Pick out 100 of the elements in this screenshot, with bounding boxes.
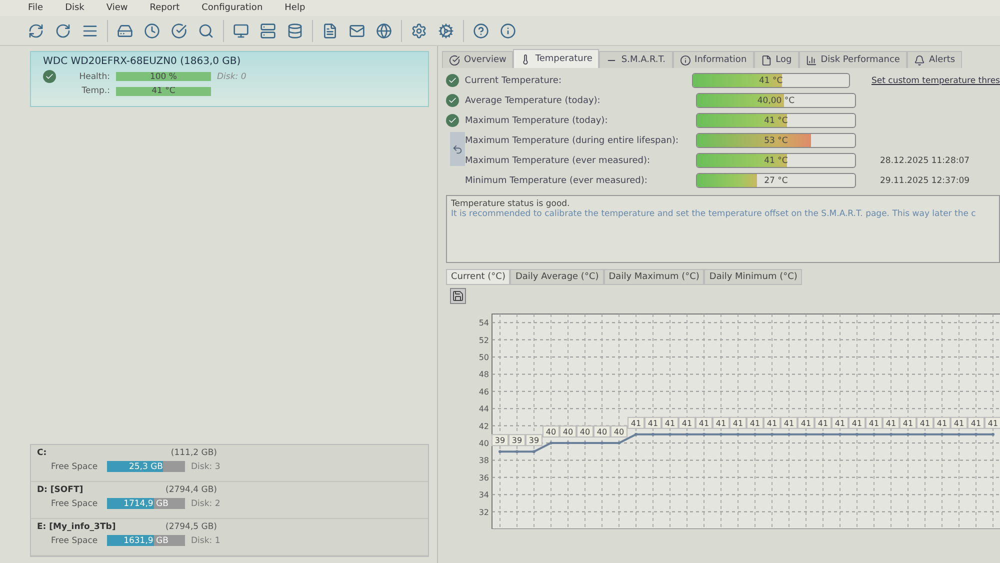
axis-label: 52 xyxy=(478,336,489,345)
volume-name: E: [My_info_3Tb] xyxy=(37,522,117,532)
bar-chart-icon xyxy=(806,54,817,66)
data-label: 41 xyxy=(784,418,794,428)
menu-item[interactable]: File xyxy=(28,3,44,13)
axis-label: 48 xyxy=(478,370,489,380)
value-label: 40 xyxy=(610,426,628,438)
temperature-label: Maximum Temperature (ever measured): xyxy=(465,156,652,166)
data-label: 40 xyxy=(546,428,556,436)
file-icon xyxy=(760,54,772,66)
temperature-label: Current Temperature: xyxy=(464,76,562,86)
temp-label: Temp.: xyxy=(80,86,110,96)
value-label: 40 xyxy=(542,426,560,438)
axis-label: 44 xyxy=(478,404,489,414)
value-label: 41 xyxy=(780,416,798,429)
check-icon xyxy=(449,54,460,66)
ok-icon xyxy=(43,70,56,83)
value-label: 40 xyxy=(560,426,576,438)
value-label: 39 xyxy=(492,434,508,446)
tab[interactable]: Alerts xyxy=(906,51,962,68)
axis-label: 46 xyxy=(478,387,489,396)
chart-tab[interactable]: Current (°C) xyxy=(446,269,510,285)
tab[interactable]: Temperature xyxy=(513,49,600,68)
data-label: 41 xyxy=(664,418,676,428)
axis-label: 36 xyxy=(478,473,489,482)
bell-icon xyxy=(914,54,925,66)
value-label: 41 xyxy=(984,416,1000,429)
tab[interactable]: Log xyxy=(754,51,799,68)
threshold-link[interactable]: Set custom temperature thres xyxy=(872,76,1000,86)
temperature-label: Minimum Temperature (ever measured): xyxy=(465,176,648,186)
data-label: 40 xyxy=(596,428,608,436)
save-icon[interactable] xyxy=(450,288,466,304)
data-label: 39 xyxy=(494,436,506,446)
data-label: 41 xyxy=(970,418,982,428)
axis-label: 50 xyxy=(478,353,489,362)
volume-size: (2794,4 GB) xyxy=(164,485,217,495)
disk-number: Disk: 1 xyxy=(191,536,220,546)
value-label: 41 xyxy=(882,416,900,429)
data-label: 41 xyxy=(716,418,726,428)
value-label: 40 xyxy=(576,426,594,438)
menu-item[interactable]: Report xyxy=(150,3,180,13)
data-label: 41 xyxy=(732,418,744,428)
data-label: 41 xyxy=(868,418,880,428)
free-space-value: 1631,9 GB xyxy=(124,536,168,546)
data-label: 41 xyxy=(902,418,914,428)
data-label: 41 xyxy=(920,418,930,428)
free-space-label: Free Space xyxy=(51,536,99,546)
data-label: 41 xyxy=(766,418,778,428)
chart-tab[interactable]: Daily Minimum (°C) xyxy=(704,269,802,285)
value-label: 41 xyxy=(950,416,968,429)
axis-label: 34 xyxy=(478,490,489,500)
free-space-value: 1714,9 GB xyxy=(124,498,168,508)
data-label: 41 xyxy=(750,418,760,428)
disk-title: WDC WD20EFRX-68EUZN0 (1863,0 GB) xyxy=(43,56,242,67)
menu-item[interactable]: View xyxy=(106,3,128,13)
value-label: 41 xyxy=(916,416,934,429)
tab[interactable]: Information xyxy=(672,51,754,68)
volume-name: C: xyxy=(37,448,48,458)
axis-label: 54 xyxy=(478,318,489,328)
chart-tab[interactable]: Daily Average (°C) xyxy=(510,269,604,285)
value-label: 39 xyxy=(526,434,542,446)
undo-icon[interactable] xyxy=(450,132,465,166)
data-label: 41 xyxy=(698,418,710,428)
data-label: 41 xyxy=(818,418,828,428)
data-label: 39 xyxy=(512,436,522,446)
axis-label: 42 xyxy=(478,422,489,431)
chart-tab[interactable]: Daily Maximum (°C) xyxy=(604,269,704,285)
disk-card[interactable]: WDC WD20EFRX-68EUZN0 (1863,0 GB) Health: 100 % Disk: 0 Temp.: 41 °C xyxy=(30,51,429,107)
value-label: 41 xyxy=(678,416,696,429)
timestamp: 28.12.2025 11:28:07 xyxy=(880,156,970,166)
tab[interactable]: Disk Performance xyxy=(798,51,907,68)
tab[interactable]: Overview xyxy=(442,51,514,68)
value-label: 41 xyxy=(628,416,644,429)
data-label: 41 xyxy=(886,418,896,428)
value-label: 41 xyxy=(764,416,780,429)
data-label: 41 xyxy=(682,418,692,428)
value-label: 41 xyxy=(814,416,832,429)
data-label: 40 xyxy=(614,428,624,436)
value-label: 41 xyxy=(662,416,678,429)
menu-item[interactable]: Help xyxy=(284,3,306,13)
data-label: 41 xyxy=(630,418,642,428)
value-label: 41 xyxy=(968,416,984,429)
value-label: 39 xyxy=(508,434,526,446)
data-label: 41 xyxy=(936,418,948,428)
timestamp: 29.11.2025 12:37:09 xyxy=(880,176,970,186)
status-text: Temperature status is good. xyxy=(451,199,571,209)
tab[interactable]: S.M.A.R.T. xyxy=(599,51,673,68)
value-label: 41 xyxy=(730,416,746,429)
value-label: 41 xyxy=(848,416,866,429)
data-label: 41 xyxy=(988,418,998,428)
data-label: 41 xyxy=(834,418,846,428)
temperature-label: Average Temperature (today): xyxy=(465,96,602,106)
value-label: 41 xyxy=(900,416,916,429)
value-label: 40 xyxy=(594,426,610,438)
value-label: 41 xyxy=(866,416,882,429)
menu-item[interactable]: Disk xyxy=(65,3,84,13)
free-space-label: Free Space xyxy=(51,462,99,472)
data-label: 39 xyxy=(528,436,540,446)
temperature-value: 40,00 °C xyxy=(757,96,795,106)
menu-item[interactable]: Configuration xyxy=(202,3,263,13)
